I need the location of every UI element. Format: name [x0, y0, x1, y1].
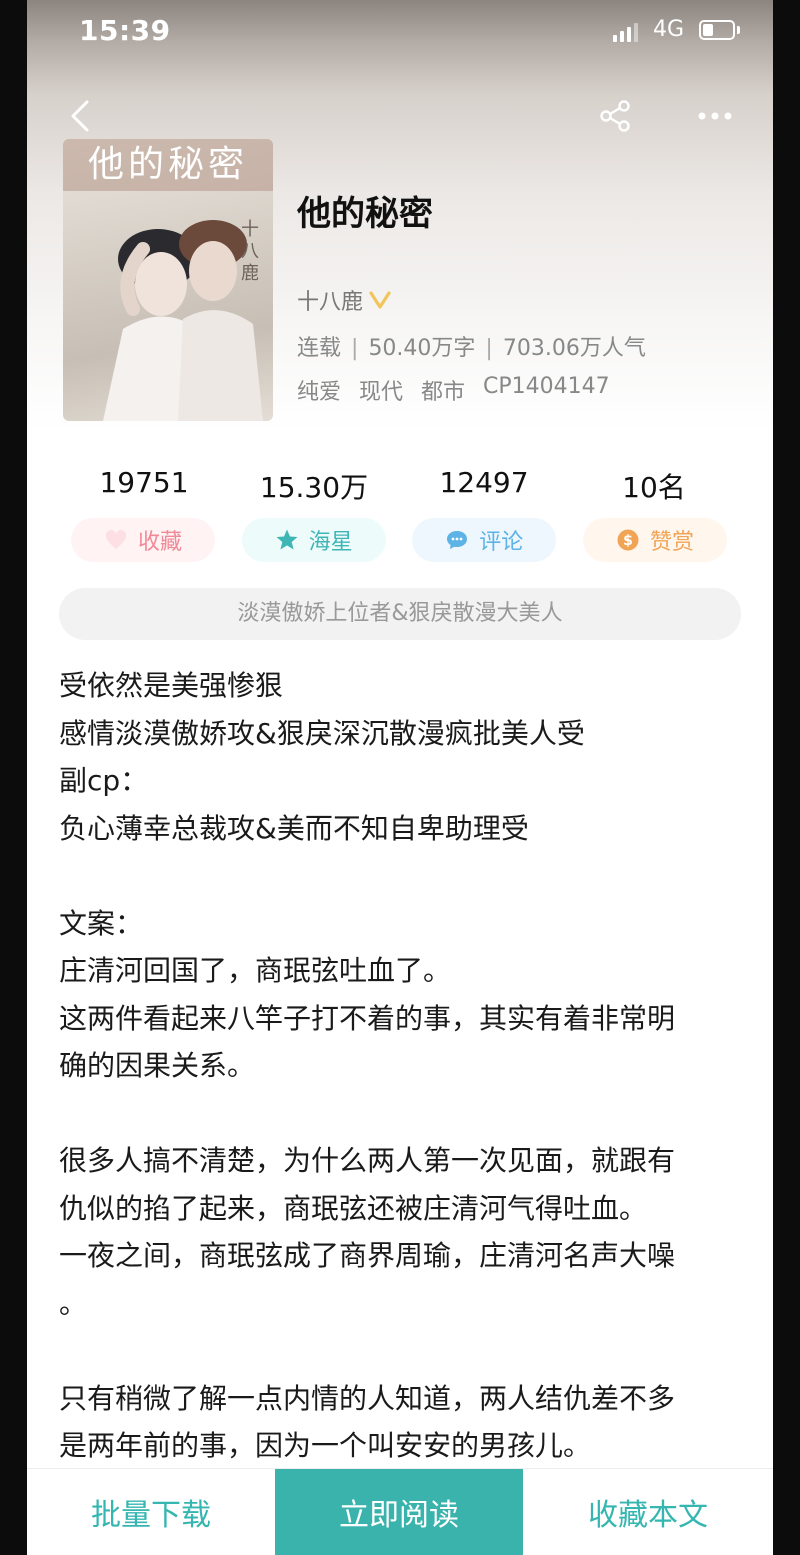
favorite-button[interactable]: 收藏 — [71, 518, 215, 562]
status-bar: 15:39 4G — [27, 0, 773, 64]
reward-label: 赞赏 — [649, 530, 694, 555]
meta-separator: | — [485, 336, 493, 361]
description-line: 庄清河回国了，商珉弦吐血了。 — [59, 954, 452, 987]
more-button[interactable] — [695, 102, 735, 130]
stat-starfish: 15.30万 — [259, 471, 369, 504]
favorite-label: 收藏 — [137, 530, 182, 555]
comment-label: 评论 — [479, 530, 524, 555]
meta-separator: | — [351, 336, 359, 361]
battery-icon — [699, 20, 735, 40]
description-line — [59, 1090, 749, 1138]
description-line: 受依然是美强惨狠 — [59, 669, 284, 702]
book-detail-screen: 15:39 4G 他的秘密 十八鹿 他的秘密 十八鹿 连载 | 50.40万字 … — [27, 0, 773, 1555]
stat-reward-rank: 10名 — [622, 471, 686, 504]
svg-text:$: $ — [623, 533, 633, 549]
screen-bezel-right — [773, 0, 800, 1555]
description-line: 一夜之间，商珉弦成了商界周瑜，庄清河名声大噪 — [59, 1239, 676, 1272]
status-time: 15:39 — [79, 14, 171, 47]
batch-download-button[interactable]: 批量下载 — [27, 1469, 275, 1555]
book-meta: 连载 | 50.40万字 | 703.06万人气 — [297, 330, 646, 362]
popularity: 703.06万人气 — [502, 336, 646, 361]
tag-item[interactable]: 都市 — [421, 374, 465, 406]
description-line — [59, 1327, 749, 1375]
cover-author: 十八鹿 — [241, 219, 259, 284]
share-icon — [600, 100, 630, 132]
stat-comments: 12497 — [439, 466, 529, 499]
book-title: 他的秘密 — [297, 194, 433, 234]
bottom-action-bar: 批量下载 立即阅读 收藏本文 — [27, 1468, 773, 1555]
coin-icon: $ — [617, 529, 639, 551]
share-button[interactable] — [597, 98, 633, 134]
chevron-left-icon — [71, 100, 89, 132]
collect-book-button[interactable]: 收藏本文 — [523, 1469, 773, 1555]
description-line: 副cp： — [59, 764, 149, 797]
comment-icon — [447, 531, 468, 549]
author-name: 十八鹿 — [297, 290, 364, 315]
description-line: 是两年前的事，因为一个叫安安的男孩儿。 — [59, 1429, 592, 1462]
reward-button[interactable]: $ 赞赏 — [582, 518, 727, 562]
action-pills: 收藏 海星 评论 $ 赞赏 — [71, 518, 727, 564]
description-line: 负心薄幸总裁攻&美而不知自卑助理受 — [59, 811, 529, 845]
starfish-button[interactable]: 海星 — [241, 518, 386, 562]
book-summary: 淡漠傲娇上位者&狠戾散漫大美人 — [59, 588, 741, 640]
description-line — [59, 852, 749, 900]
book-description: 受依然是美强惨狠 感情淡漠傲娇攻&狠戾深沉散漫疯批美人受 副cp： 负心薄幸总裁… — [59, 662, 749, 1470]
comment-button[interactable]: 评论 — [412, 518, 557, 562]
tag-item: CP1404147 — [483, 374, 610, 399]
description-line: 感情淡漠傲娇攻&狠戾深沉散漫疯批美人受 — [59, 716, 585, 750]
back-button[interactable] — [65, 96, 95, 136]
description-line: 确的因果关系。 — [59, 1049, 256, 1082]
tag-item[interactable]: 现代 — [359, 374, 403, 406]
screen-bezel-left — [0, 0, 27, 1555]
network-type: 4G — [653, 17, 685, 42]
signal-icon — [613, 22, 639, 42]
book-cover[interactable]: 他的秘密 十八鹿 — [63, 139, 273, 421]
verified-author-icon — [369, 291, 391, 309]
description-line: 文案： — [59, 906, 144, 940]
star-icon — [276, 529, 298, 550]
description-line: 。 — [59, 1286, 88, 1320]
author-row[interactable]: 十八鹿 — [297, 284, 391, 316]
tag-item[interactable]: 纯爱 — [297, 374, 341, 406]
description-line: 这两件看起来八竿子打不着的事，其实有着非常明 — [59, 1001, 676, 1035]
starfish-label: 海星 — [308, 530, 353, 555]
word-count: 50.40万字 — [368, 336, 476, 361]
heart-icon — [105, 529, 127, 549]
stat-favorites: 19751 — [99, 466, 189, 499]
description-line: 只有稍微了解一点内情的人知道，两人结仇差不多 — [59, 1381, 676, 1415]
description-line: 仇似的掐了起来，商珉弦还被庄清河气得吐血。 — [59, 1191, 648, 1225]
cover-title: 他的秘密 — [63, 139, 273, 191]
battery-tip — [737, 26, 740, 34]
serial-status: 连载 — [297, 336, 342, 361]
description-line: 很多人搞不清楚，为什么两人第一次见面，就跟有 — [59, 1144, 676, 1177]
book-tags: 纯爱 现代 都市 CP1404147 — [297, 374, 610, 406]
read-now-button[interactable]: 立即阅读 — [275, 1469, 523, 1555]
stats-row: 19751 15.30万 12497 10名 — [59, 466, 739, 506]
more-dots-icon — [698, 112, 732, 120]
